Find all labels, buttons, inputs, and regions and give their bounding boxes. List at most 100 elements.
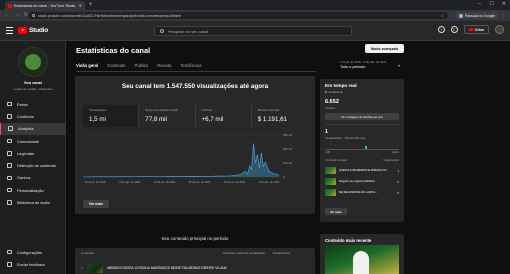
back-icon[interactable]: ←	[4, 12, 9, 18]
sidebar-item-legendas[interactable]: Legendas	[0, 147, 66, 159]
search-input[interactable]: Pesquise no seu canal	[154, 26, 352, 36]
sidebar-bottom: Configurações Enviar feedback	[0, 246, 66, 271]
recent-video-thumbnail[interactable]	[325, 245, 399, 274]
sidebar-item-painel[interactable]: Painel	[0, 98, 66, 110]
feedback-icon	[7, 262, 12, 267]
community-icon	[7, 138, 12, 144]
sidebar-item-label: Configurações	[17, 249, 43, 255]
realtime-status: Atualizando	[325, 90, 343, 94]
address-bar-row: ← → ↻ studio.youtube.com/channel/UCa8CCF…	[0, 10, 510, 21]
sidebar-item-label: Analytics	[18, 126, 34, 132]
metric-views[interactable]: Visualizações 1,5 mi	[83, 105, 140, 127]
metric-value: 1,5 mi	[89, 116, 106, 123]
table-header-views: Visualizações	[272, 251, 291, 255]
realtime-row-views: 0	[397, 179, 399, 184]
sidebar-item-ganhos[interactable]: Ganhos	[0, 172, 66, 184]
logo-text: Studio	[29, 27, 49, 34]
header-actions: ? ≡ Criar	[437, 25, 504, 34]
x-tick-label: 5 de ago. de 2020	[119, 180, 140, 184]
minimize-icon[interactable]: –	[479, 1, 482, 7]
realtime-columns: Conteúdo principal Visualizações	[325, 159, 399, 162]
sidebar-item-deteccao[interactable]: Detecção de conteúdo	[0, 159, 66, 171]
messages-icon[interactable]: ≡	[450, 26, 458, 33]
studio-header: Studio Pesquise no seu canal ? ≡ Criar	[0, 21, 510, 41]
new-tab-icon[interactable]: +	[89, 2, 93, 8]
close-tab-icon[interactable]: ✕	[79, 3, 82, 8]
live-subscribers-button[interactable]: Ver contagem de inscritos ao vivo	[325, 113, 399, 120]
realtime-see-more-button[interactable]: Ver mais	[325, 208, 347, 215]
hamburger-menu-icon[interactable]	[6, 27, 13, 34]
close-window-icon[interactable]: ✕	[502, 1, 506, 7]
minichart-bar	[365, 146, 367, 149]
metric-label: Receita estimada	[257, 108, 280, 112]
subscriber-count: 6.652	[325, 99, 339, 105]
channel-avatar[interactable]	[18, 47, 48, 77]
period-value: Todo o período	[340, 65, 366, 69]
tab-title: Estatísticas do canal - YouTube Studio	[14, 3, 76, 8]
x-tick-label: 10 de jul. de 2019	[85, 180, 106, 184]
see-more-button[interactable]: Ver mais	[83, 200, 109, 208]
sidebar-item-comunidade[interactable]: Comunidade	[0, 135, 66, 147]
analytics-icon	[8, 126, 13, 131]
metric-value: 77,8 mil	[145, 116, 167, 123]
studio-logo[interactable]: Studio	[18, 27, 48, 34]
col-content-label: Conteúdo principal	[325, 159, 347, 162]
help-icon[interactable]: ?	[437, 26, 445, 33]
realtime-row[interactable]: BIA SEGUNDONA NO LADO E... 0	[325, 188, 399, 197]
lock-icon	[32, 14, 35, 17]
period-selector[interactable]: 7 de jul. de 2019 – 9 de dez. de 2024 To…	[340, 60, 400, 69]
channel-subtitle: Legião do verdão · Palmeiras	[13, 87, 53, 91]
x-tick-label: 16 de out. de 2023	[223, 180, 245, 184]
sidebar-item-label: Conteúdo	[17, 113, 34, 119]
forward-icon[interactable]: →	[14, 12, 19, 18]
live-label: Atualizando	[328, 90, 344, 94]
metric-label: Tempo de exibição (horas)	[145, 108, 179, 112]
realtime-card: Em tempo real Atualizando 6.652 Inscrito…	[320, 79, 404, 222]
search-icon	[160, 29, 164, 33]
sidebar-item-configuracoes[interactable]: Configurações	[0, 246, 66, 258]
metric-value: +6,7 mil	[201, 116, 224, 123]
realtime-row-title: QUEIXO E PALMEIRAS ELIMINADO DO...	[339, 169, 389, 172]
url-field[interactable]: studio.youtube.com/channel/UCa8CCFtkHe/l…	[28, 12, 448, 19]
col-views-label: Visualizações	[383, 159, 399, 162]
table-row[interactable]: 1 ABRIMOS NOSSA JOYBOLA! AVASSADOS NESSE…	[81, 263, 309, 273]
sidebar-item-analytics[interactable]: Analytics	[0, 122, 66, 135]
top-content-table: Conteúdo Duração média da visualização V…	[75, 248, 315, 274]
sidebar-item-conteudo[interactable]: Conteúdo	[0, 110, 66, 122]
recent-content-title: Conteúdo mais recente	[325, 238, 372, 243]
minichart-label-end: Agora	[392, 151, 399, 154]
create-label: Criar	[474, 27, 484, 32]
x-tick-label: 3 de dez. de 2024	[259, 180, 280, 184]
browser-tab[interactable]: Estatísticas do canal - YouTube Studio ✕	[5, 1, 85, 10]
browser-menu-icon[interactable]: ⋮	[501, 13, 505, 18]
video-thumbnail	[325, 189, 336, 196]
create-button[interactable]: Criar	[463, 25, 489, 34]
sidebar-item-feedback[interactable]: Enviar feedback	[0, 258, 66, 270]
sidebar-nav: Painel Conteúdo Analytics Comunidade Leg…	[0, 98, 66, 209]
maximize-icon[interactable]: ☐	[489, 1, 493, 7]
bookmark-star-icon[interactable]: ☆	[440, 13, 444, 18]
account-avatar[interactable]	[495, 25, 504, 34]
profile-paused-button[interactable]: Pausado no Google	[455, 12, 499, 19]
realtime-row[interactable]: Ninguém se enganou AVANÇA... 0	[325, 177, 399, 186]
realtime-minichart	[325, 141, 399, 150]
divider	[325, 124, 399, 125]
sidebar-item-label: Biblioteca de áudio	[17, 200, 50, 206]
customize-icon	[7, 187, 12, 193]
views-chart: 450 mil 300 mil 150 mil 0 10 de jul. de 2019…	[82, 133, 292, 184]
advanced-mode-button[interactable]: Modo avançado	[365, 44, 405, 53]
page-title: Estatísticas do canal	[76, 46, 151, 55]
player-figure	[353, 251, 369, 274]
metric-revenue[interactable]: Receita estimada $ 1.191,61	[252, 105, 307, 127]
channel-name: Seu canal	[24, 81, 42, 85]
metric-subscribers[interactable]: Inscritos +6,7 mil	[196, 105, 252, 127]
realtime-row[interactable]: QUEIXO E PALMEIRAS ELIMINADO DO... 1	[325, 166, 399, 175]
views-chart-area: 450 mil 300 mil 150 mil 0 10 de jul. de 2019…	[75, 131, 315, 191]
metric-watch-time[interactable]: Tempo de exibição (horas) 77,8 mil	[139, 105, 196, 127]
paused-label: Pausado no Google	[465, 13, 495, 18]
sidebar-item-biblioteca[interactable]: Biblioteca de áudio	[0, 196, 66, 208]
realtime-row-views: 0	[397, 190, 399, 195]
sidebar-item-personalizacao[interactable]: Personalização	[0, 184, 66, 196]
profile-avatar-icon	[459, 13, 463, 18]
metric-label: Inscritos	[201, 108, 212, 112]
